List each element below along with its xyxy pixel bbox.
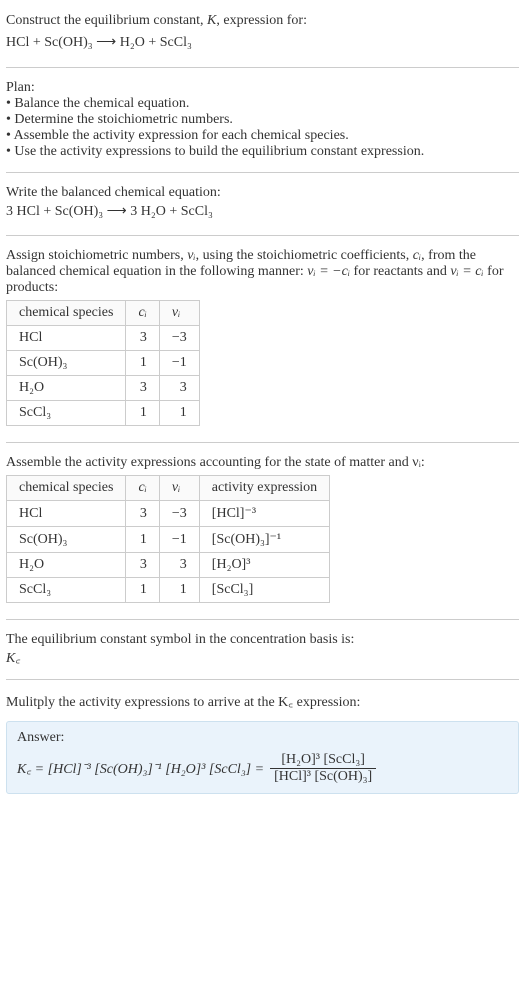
kc-symbol: K꜀ <box>6 648 519 667</box>
kc-expression: K꜀ = [HCl]⁻³ [Sc(OH)₃]⁻¹ [H₂O]³ [ScCl₃] … <box>17 752 508 785</box>
cell-species: H₂O <box>7 376 126 401</box>
table-row: HCl 3 −3 <box>7 326 200 351</box>
cell-ci: 3 <box>126 326 159 351</box>
plan-heading: Plan: <box>6 80 519 96</box>
table-header-row: chemical species cᵢ νᵢ activity expressi… <box>7 476 330 501</box>
answer-label: Answer: <box>17 730 508 746</box>
cell-species: Sc(OH)₃ <box>7 351 126 376</box>
plan-item: • Determine the stoichiometric numbers. <box>6 112 519 128</box>
cell-ci: 1 <box>126 351 159 376</box>
activity-section: Assemble the activity expressions accoun… <box>6 449 519 613</box>
kc-fraction: [H₂O]³ [ScCl₃] [HCl]³ [Sc(OH)₃] <box>270 752 376 785</box>
activity-table: chemical species cᵢ νᵢ activity expressi… <box>6 475 330 603</box>
cell-activity: [H₂O]³ <box>199 553 329 578</box>
divider <box>6 619 519 620</box>
divider <box>6 67 519 68</box>
activity-intro: Assemble the activity expressions accoun… <box>6 455 519 471</box>
cell-ci: 1 <box>126 527 159 553</box>
stoich-text-b: , using the stoichiometric coefficients, <box>196 248 413 263</box>
cell-nu: 1 <box>159 401 199 426</box>
cell-nu: 3 <box>159 376 199 401</box>
table-row: H₂O 3 3 <box>7 376 200 401</box>
col-activity: activity expression <box>199 476 329 501</box>
col-nu: νᵢ <box>159 301 199 326</box>
table-row: HCl 3 −3 [HCl]⁻³ <box>7 501 330 527</box>
unbalanced-equation: HCl + Sc(OH)₃ ⟶ H₂O + ScCl₃ <box>6 32 519 54</box>
stoich-text-d: for reactants and <box>350 264 450 279</box>
plan-item: • Use the activity expressions to build … <box>6 144 519 160</box>
plan-item: • Balance the chemical equation. <box>6 96 519 112</box>
cell-species: ScCl₃ <box>7 578 126 603</box>
table-row: H₂O 3 3 [H₂O]³ <box>7 553 330 578</box>
cell-activity: [Sc(OH)₃]⁻¹ <box>199 527 329 553</box>
answer-box: Answer: K꜀ = [HCl]⁻³ [Sc(OH)₃]⁻¹ [H₂O]³ … <box>6 721 519 794</box>
divider <box>6 679 519 680</box>
table-row: ScCl₃ 1 1 <box>7 401 200 426</box>
cell-species: Sc(OH)₃ <box>7 527 126 553</box>
cell-nu: −3 <box>159 501 199 527</box>
col-ci: cᵢ <box>126 301 159 326</box>
ci-symbol: cᵢ <box>413 248 421 263</box>
table-row: Sc(OH)₃ 1 −1 <box>7 351 200 376</box>
stoich-table: chemical species cᵢ νᵢ HCl 3 −3 Sc(OH)₃ … <box>6 300 200 426</box>
divider <box>6 172 519 173</box>
table-row: ScCl₃ 1 1 [ScCl₃] <box>7 578 330 603</box>
table-header-row: chemical species cᵢ νᵢ <box>7 301 200 326</box>
col-species: chemical species <box>7 476 126 501</box>
kc-frac-den: [HCl]³ [Sc(OH)₃] <box>270 769 376 785</box>
rel1: νᵢ = −cᵢ <box>307 264 350 279</box>
col-nu: νᵢ <box>159 476 199 501</box>
kc-symbol-line: The equilibrium constant symbol in the c… <box>6 632 519 648</box>
cell-ci: 1 <box>126 401 159 426</box>
cell-ci: 3 <box>126 376 159 401</box>
cell-nu: −1 <box>159 527 199 553</box>
divider <box>6 235 519 236</box>
cell-ci: 3 <box>126 501 159 527</box>
cell-ci: 1 <box>126 578 159 603</box>
cell-activity: [HCl]⁻³ <box>199 501 329 527</box>
cell-nu: −1 <box>159 351 199 376</box>
balanced-heading: Write the balanced chemical equation: <box>6 185 519 201</box>
cell-nu: 1 <box>159 578 199 603</box>
cell-species: ScCl₃ <box>7 401 126 426</box>
cell-species: HCl <box>7 326 126 351</box>
plan-section: Plan: • Balance the chemical equation. •… <box>6 74 519 166</box>
plan-item: • Assemble the activity expression for e… <box>6 128 519 144</box>
cell-species: HCl <box>7 501 126 527</box>
divider <box>6 442 519 443</box>
cell-nu: 3 <box>159 553 199 578</box>
stoich-text-a: Assign stoichiometric numbers, <box>6 248 187 263</box>
prompt-K: K <box>207 13 216 28</box>
multiply-text: Mulitply the activity expressions to arr… <box>6 692 519 711</box>
nu-symbol: νᵢ <box>187 248 195 263</box>
multiply-section: Mulitply the activity expressions to arr… <box>6 686 519 717</box>
balanced-section: Write the balanced chemical equation: 3 … <box>6 179 519 229</box>
kc-lhs: K꜀ = [HCl]⁻³ [Sc(OH)₃]⁻¹ [H₂O]³ [ScCl₃] … <box>17 759 264 778</box>
col-ci: cᵢ <box>126 476 159 501</box>
balanced-equation: 3 HCl + Sc(OH)₃ ⟶ 3 H₂O + ScCl₃ <box>6 201 519 223</box>
prompt-section: Construct the equilibrium constant, K, e… <box>6 4 519 61</box>
kc-frac-num: [H₂O]³ [ScCl₃] <box>270 752 376 769</box>
cell-activity: [ScCl₃] <box>199 578 329 603</box>
prompt-text-a: Construct the equilibrium constant, <box>6 13 207 28</box>
prompt-line1: Construct the equilibrium constant, K, e… <box>6 10 519 32</box>
stoich-intro-section: Assign stoichiometric numbers, νᵢ, using… <box>6 242 519 436</box>
col-species: chemical species <box>7 301 126 326</box>
kc-symbol-section: The equilibrium constant symbol in the c… <box>6 626 519 673</box>
table-row: Sc(OH)₃ 1 −1 [Sc(OH)₃]⁻¹ <box>7 527 330 553</box>
rel2: νᵢ = cᵢ <box>450 264 483 279</box>
cell-ci: 3 <box>126 553 159 578</box>
prompt-text-b: , expression for: <box>216 13 307 28</box>
cell-species: H₂O <box>7 553 126 578</box>
cell-nu: −3 <box>159 326 199 351</box>
